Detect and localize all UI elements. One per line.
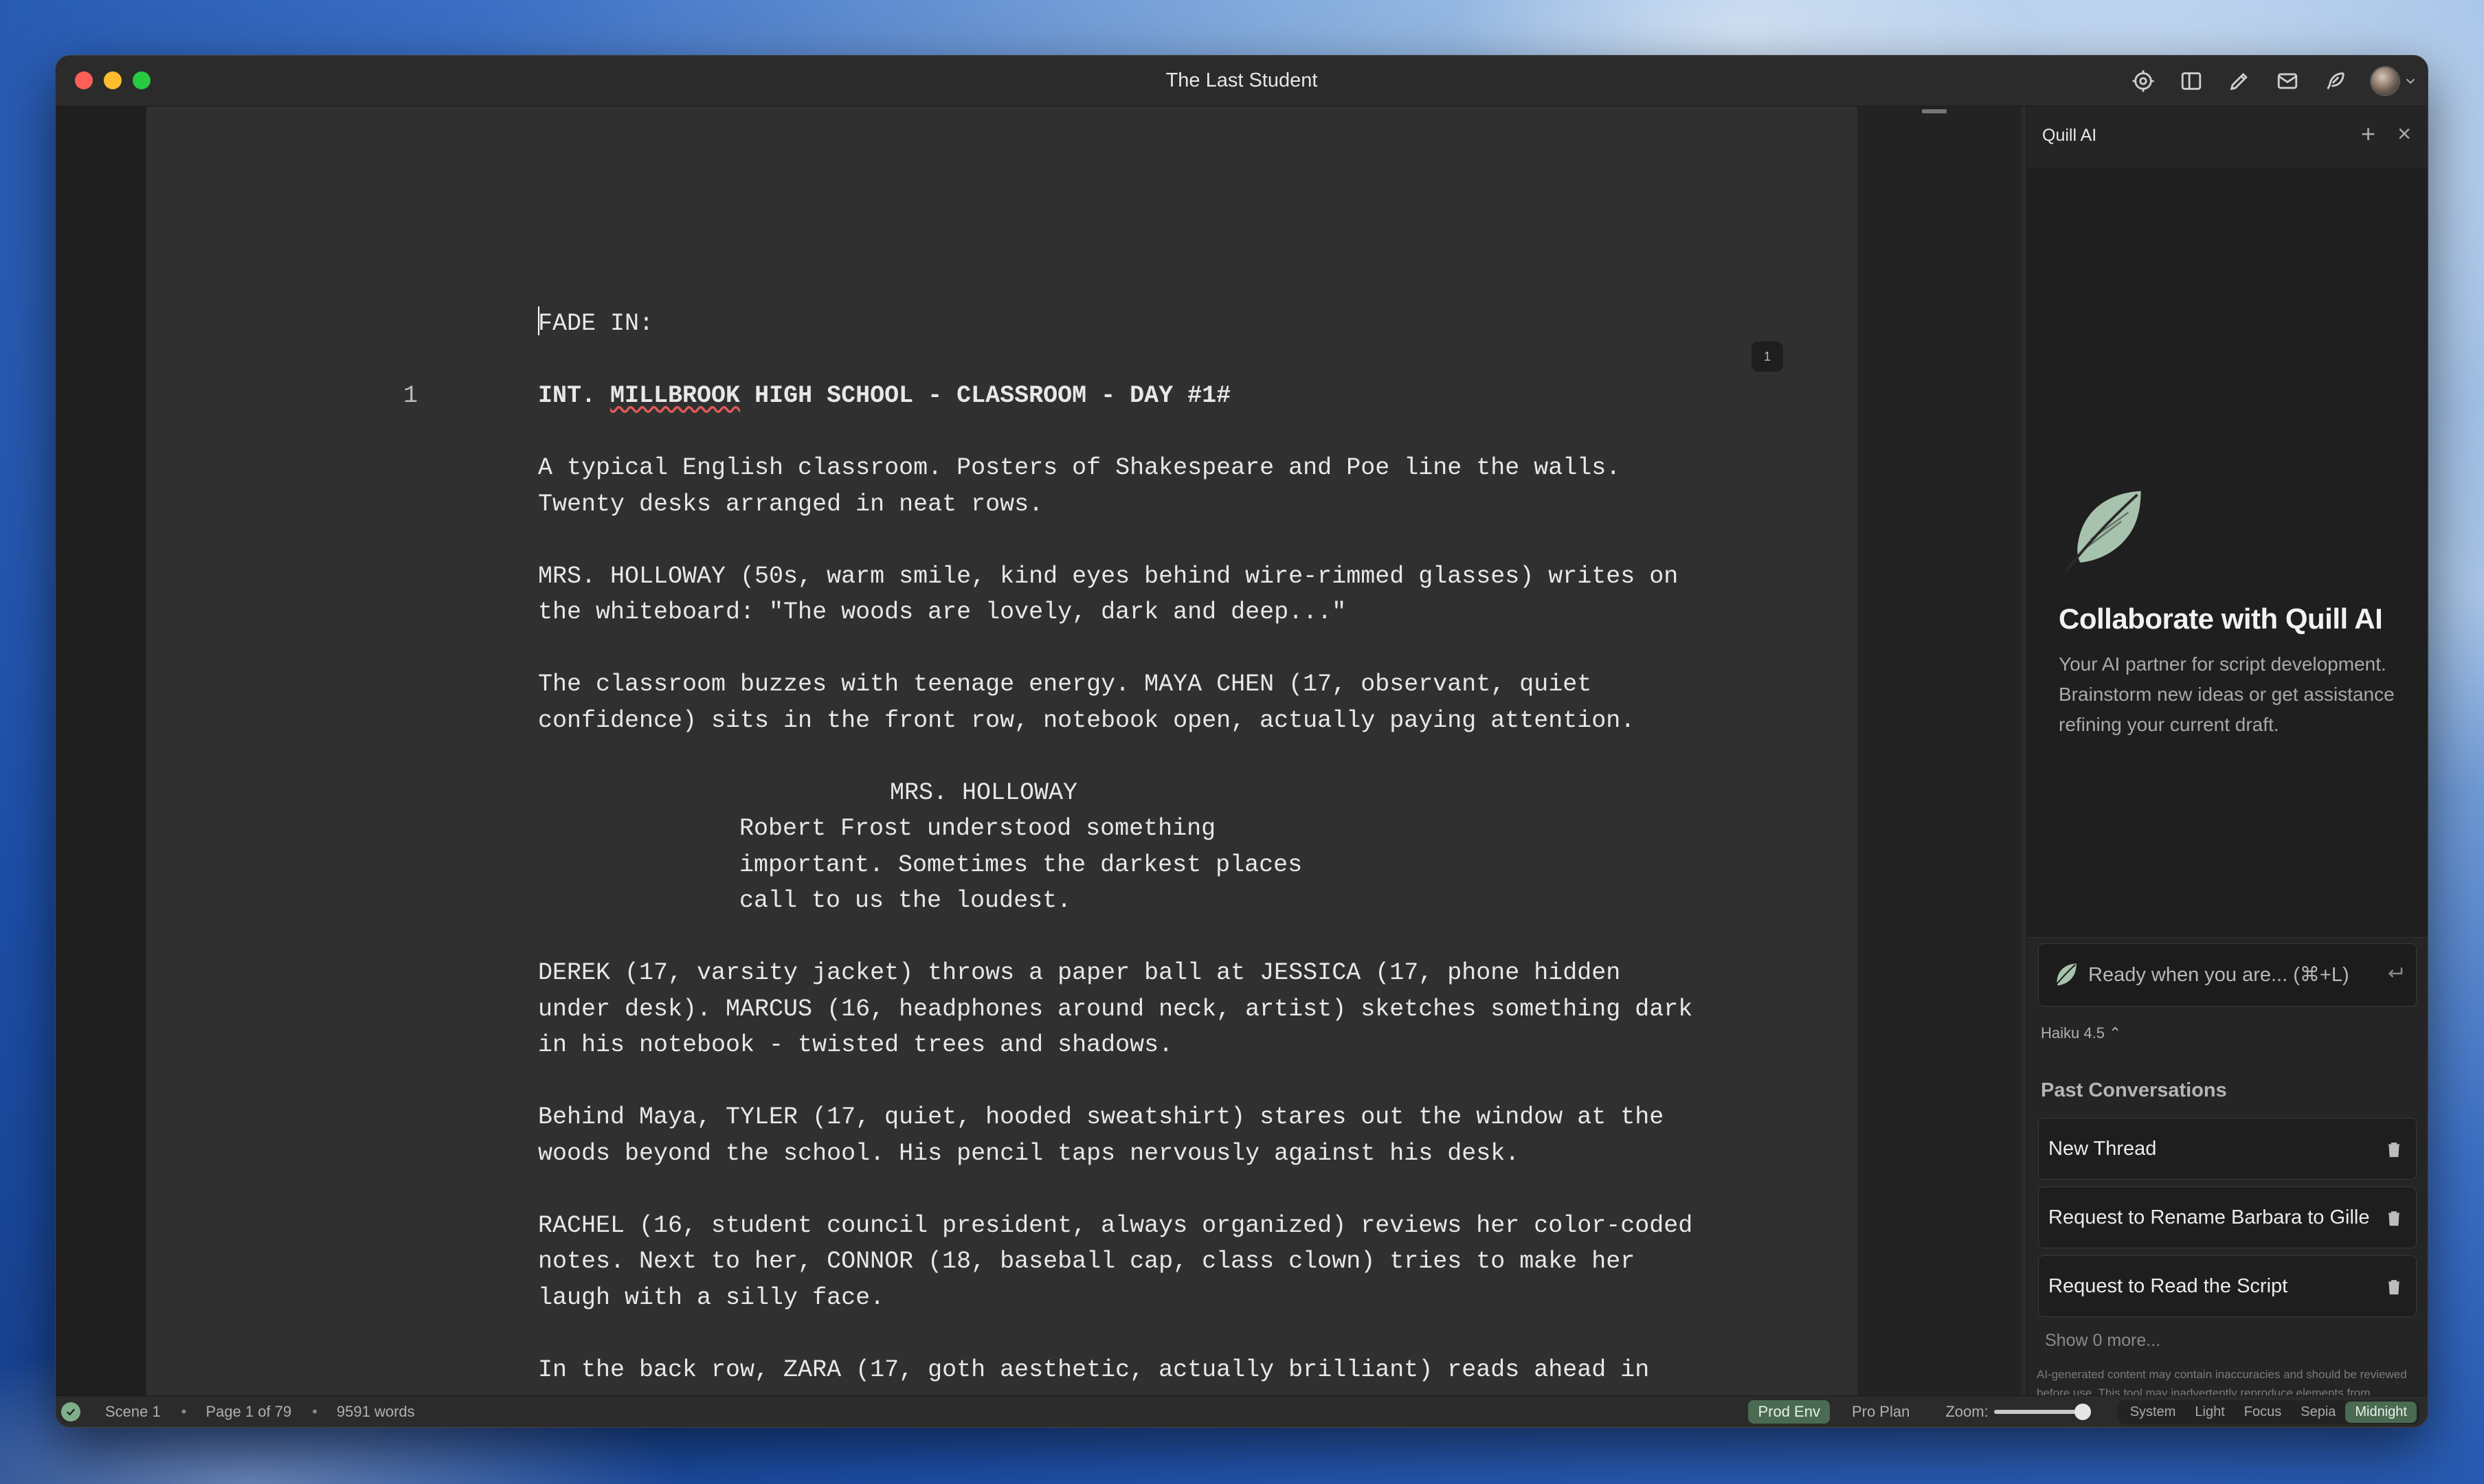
past-conversations-title: Past Conversations bbox=[2041, 1079, 2227, 1101]
misspelled-word[interactable]: MILLBROOK bbox=[610, 382, 740, 409]
hero-description: Your AI partner for script development. … bbox=[2059, 653, 2395, 735]
action-line[interactable]: RACHEL (16, student council president, a… bbox=[538, 1208, 1775, 1316]
conversation-item[interactable]: Request to Read the Script bbox=[2038, 1255, 2417, 1317]
status-bar: Scene 1 • Page 1 of 79 • 9591 words Prod… bbox=[56, 1395, 2428, 1427]
theme-option-midnight[interactable]: Midnight bbox=[2345, 1401, 2417, 1423]
zoom-slider-knob[interactable] bbox=[2074, 1404, 2091, 1420]
trash-icon[interactable] bbox=[2384, 1277, 2404, 1297]
toolbar-icons bbox=[2129, 64, 2418, 98]
theme-option-system[interactable]: System bbox=[2121, 1402, 2186, 1423]
scene-indicator: Scene 1 bbox=[105, 1402, 161, 1420]
conversation-item[interactable]: New Thread bbox=[2038, 1118, 2417, 1180]
scene-heading[interactable]: 1 INT. MILLBROOK HIGH SCHOOL - CLASSROOM … bbox=[403, 378, 1775, 414]
close-panel-button[interactable]: × bbox=[2397, 122, 2411, 146]
scene-number: 1 bbox=[403, 382, 418, 409]
prompt-box[interactable] bbox=[2038, 943, 2428, 1007]
page-indicator: Page 1 of 79 bbox=[205, 1402, 292, 1420]
script-page[interactable]: 1 FADE IN: 1 INT. MILLBROOK HIGH SCHOOL -… bbox=[146, 106, 1857, 1395]
hero-title: Collaborate with Quill AI bbox=[2059, 603, 2383, 635]
editor-area: 1 FADE IN: 1 INT. MILLBROOK HIGH SCHOOL -… bbox=[56, 106, 2021, 1395]
conversation-label: Request to Rename Barbara to Gille bbox=[2048, 1206, 2370, 1228]
prompt-input[interactable] bbox=[2088, 958, 2428, 992]
action-line[interactable]: MRS. HOLLOWAY (50s, warm smile, kind eye… bbox=[538, 559, 1775, 631]
chevron-down-icon bbox=[2406, 78, 2415, 85]
panel-hero: Collaborate with Quill AI Your AI partne… bbox=[2027, 168, 2428, 938]
pencil-icon[interactable] bbox=[2226, 67, 2253, 95]
quill-ai-panel: Quill AI + × Collaborate with Quill AI Y… bbox=[2026, 106, 2428, 1427]
show-more-link[interactable]: Show 0 more... bbox=[2045, 1331, 2160, 1351]
action-line[interactable]: DEREK (17, varsity jacket) throws a pape… bbox=[538, 955, 1775, 1064]
theme-option-light[interactable]: Light bbox=[2185, 1402, 2234, 1423]
check-icon bbox=[61, 1402, 80, 1421]
mail-icon[interactable] bbox=[2274, 67, 2301, 95]
app-window: The Last Student 1 FADE IN: 1 INT. MILLB… bbox=[55, 55, 2428, 1428]
action-line[interactable]: The classroom buzzes with teenage energy… bbox=[538, 666, 1775, 739]
title-bar: The Last Student bbox=[56, 56, 2428, 106]
trash-icon[interactable] bbox=[2384, 1208, 2404, 1228]
status-right: Prod Env Pro Plan Zoom: System Light Focus… bbox=[1748, 1396, 2419, 1427]
panel-title: Quill AI bbox=[2042, 126, 2097, 145]
word-count: 9591 words bbox=[336, 1402, 415, 1420]
new-thread-button[interactable]: + bbox=[2361, 122, 2375, 146]
enter-icon[interactable] bbox=[2384, 963, 2405, 984]
trash-icon[interactable] bbox=[2384, 1139, 2404, 1160]
character-name[interactable]: MRS. HOLLOWAY bbox=[538, 775, 1775, 811]
action-line[interactable]: Behind Maya, TYLER (17, quiet, hooded sw… bbox=[538, 1099, 1775, 1171]
zoom-slider[interactable] bbox=[1993, 1404, 2091, 1420]
target-icon[interactable] bbox=[2129, 67, 2157, 95]
sidebar-toggle-icon[interactable] bbox=[2178, 67, 2205, 95]
panel-header: Quill AI + × bbox=[2027, 106, 2428, 168]
model-selector[interactable]: Haiku 4.5 ⌃ bbox=[2041, 1024, 2122, 1042]
dialogue-line[interactable]: Robert Frost understood something import… bbox=[538, 811, 1363, 919]
account-menu[interactable] bbox=[2370, 66, 2418, 96]
plan-label[interactable]: Pro Plan bbox=[1852, 1403, 1910, 1421]
script-text[interactable]: FADE IN: 1 INT. MILLBROOK HIGH SCHOOL - C… bbox=[403, 306, 1775, 1389]
env-badge[interactable]: Prod Env bbox=[1748, 1400, 1830, 1424]
feather-icon bbox=[2064, 491, 2141, 573]
conversation-item[interactable]: Request to Rename Barbara to Gille bbox=[2038, 1187, 2417, 1248]
theme-switcher: System Light Focus Sepia Midnight bbox=[2117, 1399, 2419, 1424]
conversation-label: Request to Read the Script bbox=[2048, 1275, 2288, 1297]
editor-gutter bbox=[1857, 106, 2021, 1395]
conversation-list: New Thread Request to Rename Barbara to … bbox=[2038, 1118, 2417, 1324]
conversation-label: New Thread bbox=[2048, 1138, 2157, 1160]
theme-option-focus[interactable]: Focus bbox=[2235, 1402, 2291, 1423]
scrollbar-thumb[interactable] bbox=[1922, 109, 1947, 113]
window-title: The Last Student bbox=[1165, 69, 1318, 91]
feather-icon[interactable] bbox=[2322, 67, 2349, 95]
zoom-label: Zoom: bbox=[1945, 1403, 1989, 1420]
theme-option-sepia[interactable]: Sepia bbox=[2291, 1402, 2345, 1423]
action-line[interactable]: In the back row, ZARA (17, goth aestheti… bbox=[538, 1352, 1775, 1389]
action-line[interactable]: A typical English classroom. Posters of … bbox=[538, 450, 1775, 522]
transition-line[interactable]: FADE IN: bbox=[538, 306, 1775, 342]
feather-icon bbox=[2052, 963, 2077, 989]
avatar[interactable] bbox=[2370, 66, 2400, 96]
